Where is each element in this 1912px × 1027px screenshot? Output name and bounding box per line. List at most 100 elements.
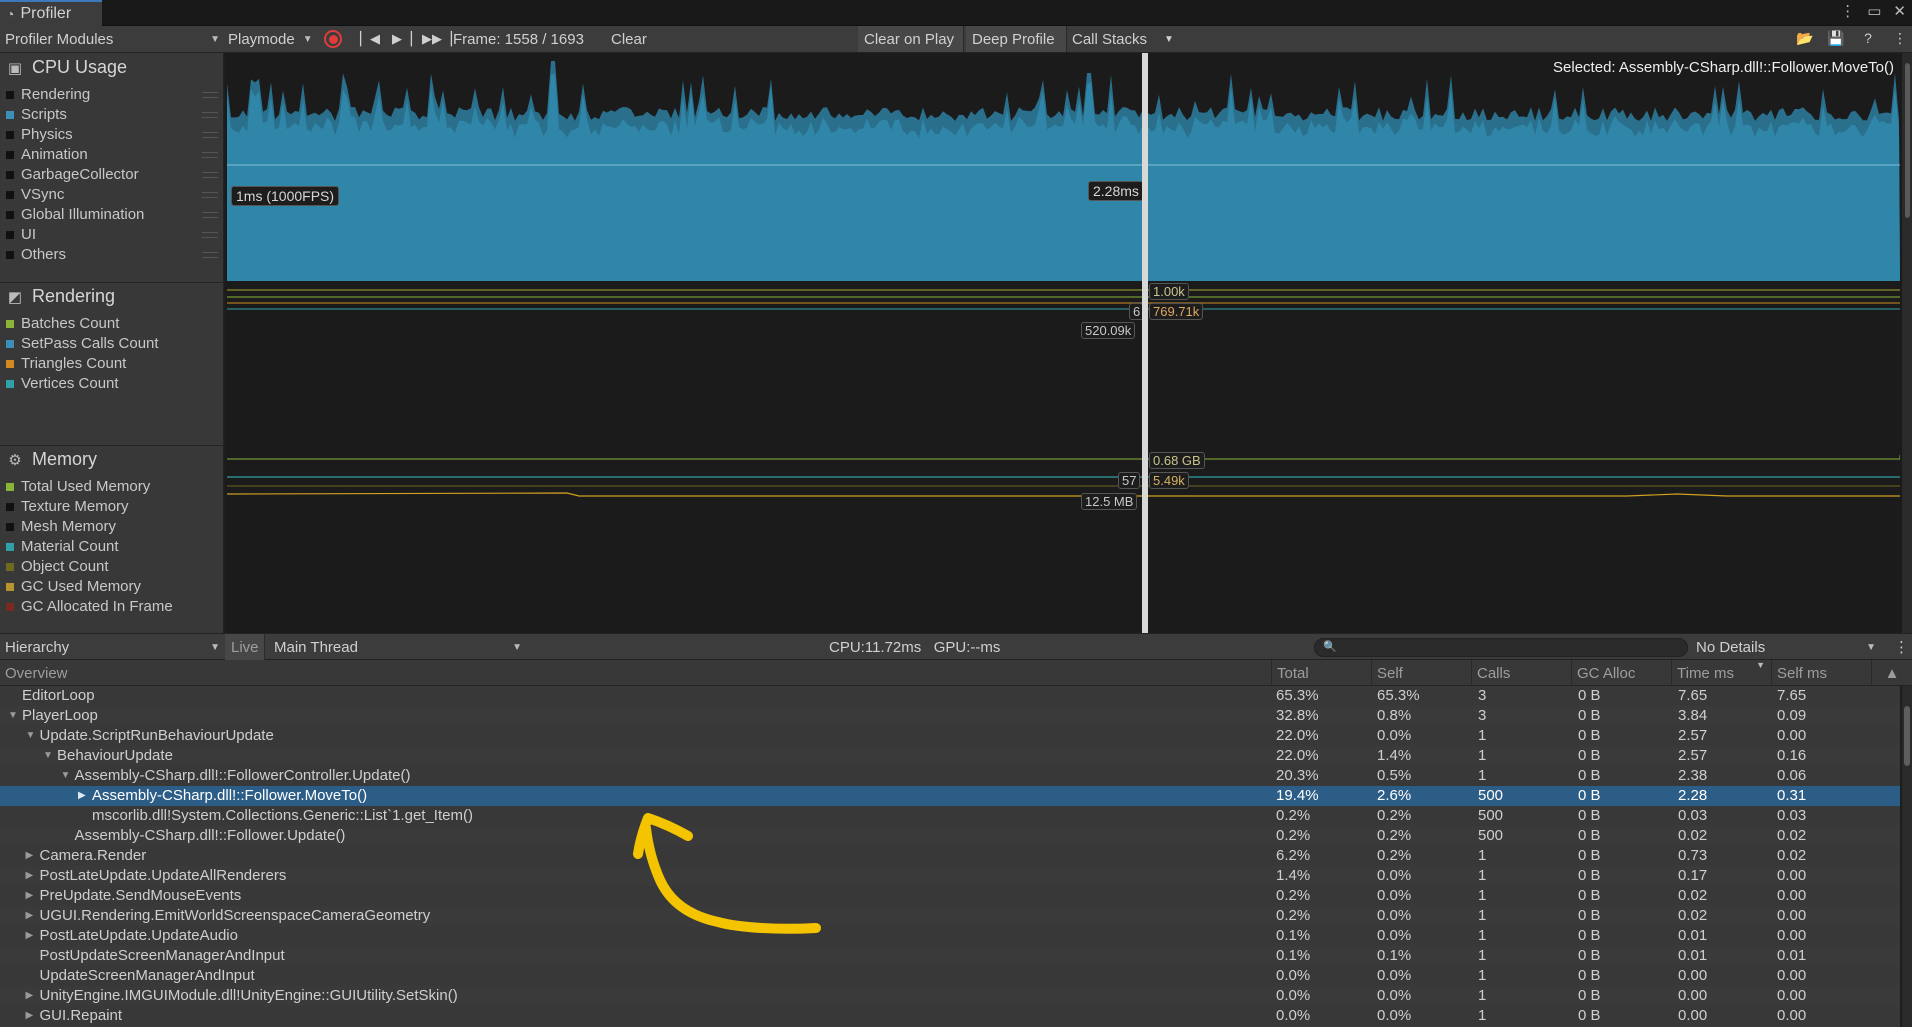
legend-item-vertices-count[interactable]: Vertices Count — [6, 375, 119, 392]
cpu-gpu-label: CPU:11.72ms GPU:--ms — [829, 638, 1001, 656]
profiler-modules-dropdown[interactable]: Profiler Modules — [5, 26, 220, 52]
legend-item-rendering[interactable]: Rendering — [6, 86, 90, 103]
search-input[interactable]: 🔍 — [1314, 638, 1688, 657]
expanded-arrow-icon[interactable]: ▼ — [43, 746, 53, 766]
legend-item-texture-memory[interactable]: Texture Memory — [6, 498, 129, 515]
column-time-ms[interactable]: Time ms ▼ — [1671, 660, 1771, 686]
collapsed-arrow-icon[interactable]: ▶ — [26, 926, 34, 946]
table-row[interactable]: ▶ Camera.Render 6.2% 0.2% 1 0 B 0.73 0.02 — [0, 846, 1900, 866]
cell-calls: 1 — [1478, 767, 1487, 784]
legend-item-others[interactable]: Others — [6, 246, 66, 263]
table-row[interactable]: ▼ Assembly-CSharp.dll!::FollowerControlle… — [0, 766, 1900, 786]
legend-item-mesh-memory[interactable]: Mesh Memory — [6, 518, 116, 535]
deep-profile-button[interactable]: Deep Profile — [966, 26, 1067, 52]
reorder-handle-icon[interactable] — [202, 212, 218, 218]
legend-item-global-illumination[interactable]: Global Illumination — [6, 206, 144, 223]
table-row[interactable]: ▼ Update.ScriptRunBehaviourUpdate 22.0% 0.0… — [0, 726, 1900, 746]
details-dropdown[interactable]: No Details — [1696, 634, 1876, 660]
reorder-handle-icon[interactable] — [202, 152, 218, 158]
legend-item-batches-count[interactable]: Batches Count — [6, 315, 119, 332]
reorder-handle-icon[interactable] — [202, 92, 218, 98]
table-row[interactable]: ▶ PreUpdate.SendMouseEvents 0.2% 0.0% 1 0 B 0.… — [0, 886, 1900, 906]
reorder-handle-icon[interactable] — [202, 112, 218, 118]
table-row[interactable]: ▶ UnityEngine.IMGUIModule.dll!UnityEngine… — [0, 986, 1900, 1006]
table-row[interactable]: ▶ UGUI.Rendering.EmitWorldScreenspaceCame… — [0, 906, 1900, 926]
column-self-ms[interactable]: Self ms — [1771, 660, 1871, 686]
record-button[interactable] — [324, 26, 342, 52]
collapsed-arrow-icon[interactable]: ▶ — [26, 986, 34, 1006]
scroll-up-icon[interactable]: ▲ — [1871, 660, 1912, 686]
legend-item-setpass-calls-count[interactable]: SetPass Calls Count — [6, 335, 159, 352]
legend-item-triangles-count[interactable]: Triangles Count — [6, 355, 126, 372]
table-row[interactable]: mscorlib.dll!System.Collections.Generic:… — [0, 806, 1900, 826]
next-frame-button[interactable]: ▶▕ — [392, 26, 412, 52]
legend-item-physics[interactable]: Physics — [6, 126, 73, 143]
column-self[interactable]: Self — [1371, 660, 1471, 686]
table-row[interactable]: ▶ GUI.Repaint 0.0% 0.0% 1 0 B 0.00 0.00 — [0, 1006, 1900, 1026]
column-total[interactable]: Total — [1271, 660, 1371, 686]
playmode-dropdown[interactable]: Playmode — [228, 26, 313, 52]
table-row[interactable]: Assembly-CSharp.dll!::Follower.Update() 0… — [0, 826, 1900, 846]
previous-frame-button[interactable]: ▏◀ — [360, 26, 380, 52]
rendering-module-header[interactable]: ◩ Rendering — [6, 286, 115, 307]
collapsed-arrow-icon[interactable]: ▶ — [26, 906, 34, 926]
collapsed-arrow-icon[interactable]: ▶ — [78, 786, 86, 806]
current-frame-button[interactable]: ▶▶▕ — [422, 26, 452, 52]
frame-selection-cursor[interactable] — [1142, 53, 1148, 633]
memory-module-header[interactable]: ⚙ Memory — [6, 449, 97, 470]
table-row[interactable]: PostUpdateScreenManagerAndInput 0.1% 0.1% 1… — [0, 946, 1900, 966]
call-stacks-dropdown[interactable]: ▼ — [1164, 26, 1174, 52]
reorder-handle-icon[interactable] — [202, 192, 218, 198]
table-row[interactable]: UpdateScreenManagerAndInput 0.0% 0.0% 1 0 B 0… — [0, 966, 1900, 986]
expanded-arrow-icon[interactable]: ▼ — [61, 766, 71, 786]
hierarchy-view-dropdown[interactable]: Hierarchy — [5, 634, 220, 660]
table-row[interactable]: ▶ Assembly-CSharp.dll!::Follower.MoveTo()… — [0, 786, 1900, 806]
column-gc-alloc[interactable]: GC Alloc — [1571, 660, 1671, 686]
reorder-handle-icon[interactable] — [202, 132, 218, 138]
legend-item-ui[interactable]: UI — [6, 226, 36, 243]
close-icon[interactable]: ✕ — [1893, 2, 1906, 20]
legend-item-garbagecollector[interactable]: GarbageCollector — [6, 166, 139, 183]
thread-dropdown[interactable]: Main Thread — [274, 634, 522, 660]
table-row[interactable]: ▶ PostLateUpdate.UpdateAllRenderers 1.4% 0.… — [0, 866, 1900, 886]
live-toggle[interactable]: Live — [225, 634, 265, 660]
table-row[interactable]: ▼ PlayerLoop 32.8% 0.8% 3 0 B 3.84 0.09 — [0, 706, 1900, 726]
collapsed-arrow-icon[interactable]: ▶ — [26, 846, 34, 866]
cpu-usage-module-header[interactable]: ▣ CPU Usage — [6, 57, 127, 78]
table-row[interactable]: ▶ PostLateUpdate.UpdateAudio 0.1% 0.0% 1 0 B 0… — [0, 926, 1900, 946]
legend-item-vsync[interactable]: VSync — [6, 186, 64, 203]
column-calls[interactable]: Calls — [1471, 660, 1571, 686]
details-options-icon[interactable]: ⋮ — [1894, 634, 1909, 660]
maximize-icon[interactable]: ▭ — [1867, 2, 1881, 20]
column-overview[interactable]: Overview — [0, 660, 1270, 686]
table-row[interactable]: EditorLoop 65.3% 65.3% 3 0 B 7.65 7.65 — [0, 686, 1900, 706]
reorder-handle-icon[interactable] — [202, 252, 218, 258]
options-menu-icon[interactable]: ⋮ — [1890, 30, 1910, 48]
table-row[interactable]: ▼ BehaviourUpdate 22.0% 1.4% 1 0 B 2.57 0.16 — [0, 746, 1900, 766]
legend-item-gc-used-memory[interactable]: GC Used Memory — [6, 578, 141, 595]
legend-item-scripts[interactable]: Scripts — [6, 106, 67, 123]
collapsed-arrow-icon[interactable]: ▶ — [26, 1006, 34, 1026]
table-scrollbar[interactable] — [1902, 686, 1912, 1027]
expanded-arrow-icon[interactable]: ▼ — [8, 706, 18, 726]
reorder-handle-icon[interactable] — [202, 232, 218, 238]
legend-item-gc-allocated-in-frame[interactable]: GC Allocated In Frame — [6, 598, 173, 615]
tab-profiler[interactable]: ◔ Profiler — [0, 0, 102, 26]
load-icon[interactable]: 📂 — [1795, 30, 1815, 48]
reorder-handle-icon[interactable] — [202, 172, 218, 178]
expanded-arrow-icon[interactable]: ▼ — [26, 726, 36, 746]
profiler-charts[interactable]: Selected: Assembly-CSharp.dll!::Follower… — [225, 53, 1912, 633]
legend-item-object-count[interactable]: Object Count — [6, 558, 109, 575]
call-stacks-button[interactable]: Call Stacks — [1072, 26, 1147, 52]
collapsed-arrow-icon[interactable]: ▶ — [26, 866, 34, 886]
legend-item-material-count[interactable]: Material Count — [6, 538, 119, 555]
clear-on-play-button[interactable]: Clear on Play — [858, 26, 964, 52]
help-icon[interactable]: ? — [1858, 30, 1878, 48]
collapsed-arrow-icon[interactable]: ▶ — [26, 886, 34, 906]
window-menu-icon[interactable]: ⋮ — [1840, 2, 1855, 20]
clear-button[interactable]: Clear — [611, 26, 647, 52]
charts-scrollbar[interactable] — [1902, 53, 1912, 633]
legend-item-animation[interactable]: Animation — [6, 146, 88, 163]
legend-item-total-used-memory[interactable]: Total Used Memory — [6, 478, 150, 495]
save-icon[interactable]: 💾 — [1826, 30, 1846, 48]
